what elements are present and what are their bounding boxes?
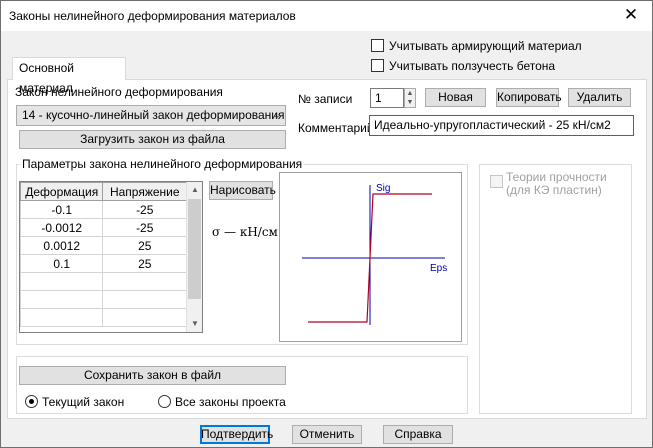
chevron-down-icon: ⌄ <box>272 110 281 121</box>
current-law-radio[interactable] <box>25 395 38 408</box>
col-header-stress[interactable]: Напряжение <box>102 182 187 201</box>
radio-selected-dot <box>29 399 34 404</box>
params-group-title: Параметры закона нелинейного деформирова… <box>20 157 305 171</box>
law-plot-svg: Sig Eps <box>302 183 447 325</box>
creep-checkbox[interactable] <box>371 59 384 72</box>
table-scrollbar[interactable]: ▲ ▼ <box>186 182 202 332</box>
table-row[interactable]: -0.1 -25 <box>20 200 187 219</box>
sigma-unit-label: σ — кН/см² <box>212 225 278 239</box>
delete-record-button[interactable]: Удалить <box>568 88 631 107</box>
cell-stress[interactable]: -25 <box>102 218 187 237</box>
cell-deformation[interactable]: -0.0012 <box>20 218 104 237</box>
spin-down-icon[interactable]: ▼ <box>405 98 415 107</box>
table-row[interactable] <box>20 308 187 327</box>
law-plot: Sig Eps <box>279 172 462 342</box>
law-select-value: 14 - кусочно-линейный закон деформирован… <box>22 108 285 122</box>
cell-stress[interactable] <box>102 290 187 309</box>
scroll-thumb[interactable] <box>188 199 201 299</box>
all-laws-label: Все законы проекта <box>175 395 286 409</box>
spin-up-icon[interactable]: ▲ <box>405 89 415 98</box>
table-row[interactable] <box>20 272 187 291</box>
cell-deformation[interactable]: -0.1 <box>20 200 104 219</box>
all-laws-radio[interactable] <box>158 395 171 408</box>
scroll-up-icon[interactable]: ▲ <box>187 182 202 198</box>
cell-deformation[interactable] <box>20 308 104 327</box>
help-button[interactable]: Справка <box>383 425 453 444</box>
scroll-down-icon[interactable]: ▼ <box>187 316 202 332</box>
table-row[interactable]: 0.0012 25 <box>20 236 187 255</box>
creep-label: Учитывать ползучесть бетона <box>389 59 556 73</box>
strength-group <box>479 164 632 414</box>
cell-stress[interactable]: 25 <box>102 236 187 255</box>
load-law-button[interactable]: Загрузить закон из файла <box>19 130 286 149</box>
title-bar: Законы нелинейного деформирования матери… <box>1 1 652 31</box>
tab-main-material[interactable]: Основной материал <box>12 57 126 95</box>
record-spinner[interactable]: ▲ ▼ <box>404 88 416 108</box>
current-law-label: Текущий закон <box>42 395 125 409</box>
cell-deformation[interactable]: 0.1 <box>20 254 104 273</box>
params-table[interactable]: Деформация Напряжение -0.1 -25 -0.0012 -25… <box>19 181 203 333</box>
copy-record-button[interactable]: Копировать <box>496 88 562 107</box>
dialog-window: Законы нелинейного деформирования матери… <box>0 0 653 448</box>
cell-deformation[interactable] <box>20 272 104 291</box>
table-row[interactable]: 0.1 25 <box>20 254 187 273</box>
reinforcing-checkbox[interactable] <box>371 39 384 52</box>
strength-label-line1: Теории прочности <box>506 170 607 184</box>
confirm-button[interactable]: Подтвердить <box>200 425 273 444</box>
cell-deformation[interactable]: 0.0012 <box>20 236 104 255</box>
save-law-button[interactable]: Сохранить закон в файл <box>19 366 286 385</box>
col-header-deformation[interactable]: Деформация <box>20 182 104 201</box>
cancel-button[interactable]: Отменить <box>292 425 362 444</box>
table-row[interactable] <box>20 290 187 309</box>
cell-stress[interactable]: 25 <box>102 254 187 273</box>
strength-label-line2: (для КЭ пластин) <box>506 183 602 197</box>
cell-deformation[interactable] <box>20 290 104 309</box>
draw-button[interactable]: Нарисовать <box>209 181 276 200</box>
comment-input[interactable]: Идеально-упругопластический - 25 кН/см2 <box>369 115 634 136</box>
cell-stress[interactable] <box>102 272 187 291</box>
cell-stress[interactable] <box>102 308 187 327</box>
record-number-input[interactable]: 1 <box>370 88 404 108</box>
strength-checkbox[interactable] <box>490 175 503 188</box>
close-icon[interactable]: ✕ <box>616 3 646 27</box>
table-header-row: Деформация Напряжение <box>20 182 187 201</box>
table-row[interactable]: -0.0012 -25 <box>20 218 187 237</box>
new-record-button[interactable]: Новая <box>425 88 486 107</box>
comment-label: Комментарий <box>298 121 374 135</box>
cell-stress[interactable]: -25 <box>102 200 187 219</box>
record-number-label: № записи <box>298 92 353 106</box>
window-title: Законы нелинейного деформирования матери… <box>9 9 296 23</box>
x-axis-label: Eps <box>430 263 447 274</box>
law-select[interactable]: 14 - кусочно-линейный закон деформирован… <box>16 105 286 126</box>
y-axis-label: Sig <box>376 183 390 194</box>
reinforcing-label: Учитывать армирующий материал <box>389 39 582 53</box>
